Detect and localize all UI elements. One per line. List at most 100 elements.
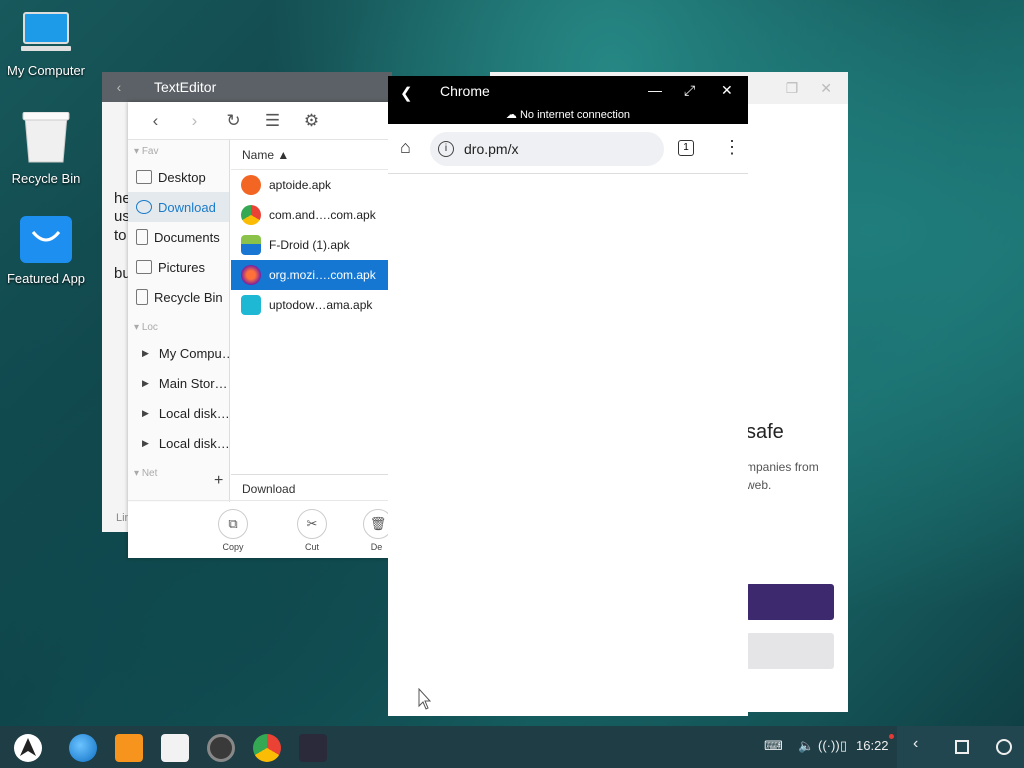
chrome-title: Chrome — [440, 83, 490, 99]
file-name: F-Droid (1).apk — [269, 238, 350, 252]
nav-recents-icon[interactable] — [955, 740, 969, 754]
notification-dot — [889, 734, 894, 739]
sidebar-item-documents[interactable]: Documents — [128, 222, 229, 252]
file-name: org.mozi….com.apk — [269, 268, 376, 282]
column-header-name[interactable]: Name ▲ — [231, 140, 390, 170]
nav-back-icon[interactable]: ‹ — [913, 735, 918, 753]
sidebar-item-desktop[interactable]: Desktop — [128, 162, 229, 192]
sidebar-item-my-computer[interactable]: ▶ My Compu… — [128, 338, 229, 368]
breadcrumb[interactable]: Download — [231, 474, 390, 500]
taskbar-browser-icon[interactable] — [69, 734, 97, 762]
tab-count-button[interactable]: 1 — [678, 140, 694, 156]
file-actions-bar: ⧉ Copy ✂ Cut 🗑 De — [128, 500, 390, 558]
mouse-cursor-icon — [418, 688, 432, 710]
volume-icon[interactable]: 🔈 — [798, 738, 814, 754]
background-line: web. — [746, 478, 772, 492]
expand-arrow-icon[interactable]: ▶ — [142, 348, 149, 359]
desktop-icon-my-computer[interactable]: My Computer — [0, 12, 92, 78]
add-network-button[interactable]: + — [214, 472, 223, 490]
desktop-icon — [136, 170, 152, 184]
home-icon[interactable]: ⌂ — [400, 137, 411, 158]
start-menu-button[interactable] — [14, 734, 42, 762]
background-secondary-button[interactable] — [746, 633, 834, 669]
text-editor-title: TextEditor — [154, 79, 217, 95]
back-icon[interactable]: ❮ — [400, 84, 413, 102]
chrome-titlebar: ❮ Chrome — ⤢ ✕ ☁ No internet connection — [388, 76, 748, 124]
file-row[interactable]: uptodow…ama.apk — [231, 290, 390, 320]
action-label: Copy — [222, 542, 244, 552]
nav-home-icon[interactable] — [996, 739, 1012, 755]
cut-icon: ✂ — [297, 509, 327, 539]
keyboard-icon[interactable]: ⌨ — [764, 738, 783, 754]
taskbar-chrome-icon[interactable] — [253, 734, 281, 762]
shopping-bag-icon — [20, 216, 72, 263]
sidebar-item-local-disk[interactable]: ▶ Local disk… — [128, 398, 229, 428]
background-paragraph: mpanies from web. — [746, 458, 819, 494]
maximize-icon[interactable]: ⤢ — [684, 82, 695, 99]
sidebar-item-download[interactable]: Download — [128, 192, 229, 222]
file-manager-toolbar: ‹ › ↻ ☰ ⚙ — [128, 102, 390, 140]
editor-text-fragment: to — [114, 227, 127, 244]
sidebar-item-label: Documents — [154, 229, 220, 245]
uptodown-icon — [241, 295, 261, 315]
sidebar-section-fav[interactable]: ▾ Fav — [128, 140, 229, 162]
sidebar-item-recycle-bin[interactable]: Recycle Bin — [128, 282, 229, 312]
taskbar-file-manager-icon[interactable] — [115, 734, 143, 762]
background-primary-button[interactable] — [746, 584, 834, 620]
file-row[interactable]: com.and….com.apk — [231, 200, 390, 230]
fdroid-icon — [241, 235, 261, 255]
expand-arrow-icon[interactable]: ▶ — [142, 408, 149, 419]
back-icon[interactable]: ‹ — [136, 111, 175, 131]
back-icon[interactable]: ‹ — [102, 79, 136, 95]
address-bar[interactable]: i dro.pm/x — [430, 132, 664, 166]
list-view-icon[interactable]: ☰ — [253, 111, 292, 131]
recycle-bin-icon — [22, 111, 70, 163]
expand-arrow-icon[interactable]: ▶ — [142, 438, 149, 449]
chrome-window: ❮ Chrome — ⤢ ✕ ☁ No internet connection … — [388, 76, 748, 716]
section-label: Loc — [141, 322, 158, 333]
desktop-icon-featured-app[interactable]: Featured App — [0, 212, 92, 286]
file-row[interactable]: F-Droid (1).apk — [231, 230, 390, 260]
clock[interactable]: 16:22 — [856, 738, 889, 753]
desktop-icon-label: My Computer — [6, 63, 86, 78]
desktop-icon-recycle-bin[interactable]: Recycle Bin — [0, 111, 92, 186]
computer-icon — [21, 12, 71, 51]
sidebar-item-pictures[interactable]: Pictures — [128, 252, 229, 282]
address-bar-row: ⌂ i dro.pm/x 1 ⋮ — [388, 124, 748, 174]
more-menu-icon[interactable]: ⋮ — [723, 137, 741, 158]
refresh-icon[interactable]: ↻ — [214, 111, 253, 131]
file-row[interactable]: aptoide.apk — [231, 170, 390, 200]
sidebar-section-loc[interactable]: ▾ Loc — [128, 316, 229, 338]
expand-arrow-icon[interactable]: ▶ — [142, 378, 149, 389]
sidebar-item-main-storage[interactable]: ▶ Main Stor… — [128, 368, 229, 398]
settings-icon[interactable]: ⚙ — [292, 111, 331, 131]
file-name: uptodow…ama.apk — [269, 298, 373, 312]
network-icon[interactable]: ((·)) — [818, 738, 840, 753]
download-icon — [136, 200, 152, 214]
file-row[interactable]: org.mozi….com.apk — [231, 260, 390, 290]
file-list: Name ▲ aptoide.apk com.and….com.apk F-Dr… — [231, 140, 390, 474]
text-editor-titlebar: ‹ TextEditor — [102, 72, 392, 102]
url-text: dro.pm/x — [464, 141, 519, 157]
sidebar-item-label: Desktop — [158, 169, 206, 185]
close-icon[interactable]: ✕ — [721, 82, 733, 99]
network-status-text: No internet connection — [519, 109, 631, 121]
maximize-icon[interactable]: ❐ — [786, 80, 799, 97]
close-icon[interactable]: ✕ — [820, 80, 832, 97]
trash-icon — [136, 289, 148, 305]
aptoide-icon — [241, 175, 261, 195]
sidebar-item-label: Local disk… — [158, 435, 229, 451]
forward-icon[interactable]: › — [175, 111, 214, 131]
sidebar-item-label: Pictures — [158, 259, 205, 275]
cut-button[interactable]: ✂ Cut — [292, 509, 332, 552]
section-label: Fav — [141, 146, 159, 157]
copy-button[interactable]: ⧉ Copy — [213, 509, 253, 552]
battery-icon[interactable]: ▯ — [840, 738, 847, 754]
taskbar-firefox-icon[interactable] — [299, 734, 327, 762]
taskbar-settings-icon[interactable] — [207, 734, 235, 762]
info-icon[interactable]: i — [438, 141, 454, 157]
minimize-icon[interactable]: — — [648, 82, 662, 98]
sidebar-item-local-disk[interactable]: ▶ Local disk… — [128, 428, 229, 458]
taskbar-text-editor-icon[interactable] — [161, 734, 189, 762]
delete-button[interactable]: 🗑 De — [363, 509, 390, 552]
